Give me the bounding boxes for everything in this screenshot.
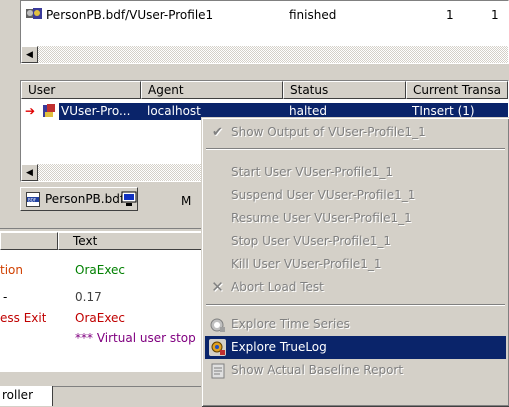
profile-row[interactable]: PersonPB.bdf/VUser-Profile1 finished 1 1 [21,5,508,25]
truelog-icon [209,339,226,356]
menu-item-resume-user[interactable]: Resume User VUser-Profile1_1 [205,207,506,230]
menu-item-suspend-user[interactable]: Suspend User VUser-Profile1_1 [205,184,506,207]
profile-count-2: 1 [491,8,499,22]
profile-name: PersonPB.bdf/VUser-Profile1 [46,8,214,22]
monitor-icon [121,191,137,207]
profile-icon [25,6,43,22]
log-row-3-text: OraExec [75,311,126,325]
log-row-3-left: ess Exit [0,311,47,325]
top-horizontal-scrollbar[interactable]: ◀ [21,46,508,63]
menu-item-show-output[interactable]: ✔ Show Output of VUser-Profile1_1 [205,121,506,144]
log-row-1-left: tion [0,263,23,277]
column-header-user[interactable]: User [21,81,141,99]
menu-item-explore-time-series[interactable]: Explore Time Series [205,313,506,336]
tab-monitor-label[interactable]: M [181,193,191,209]
user-agent: localhost [147,104,201,118]
x-icon: ✕ [211,278,224,296]
menu-item-label: Explore TrueLog [231,340,327,354]
menu-item-show-baseline-report[interactable]: Show Actual Baseline Report [205,359,506,382]
column-header-status[interactable]: Status [283,81,406,99]
time-series-icon [209,316,226,333]
bdf-file-icon: BDF [26,192,40,207]
scroll-left-button[interactable]: ◀ [21,46,38,63]
menu-item-label: Explore Time Series [231,317,350,331]
log-row-1-text: OraExec [75,263,126,277]
menu-item-abort-load-test[interactable]: ✕ Abort Load Test [205,276,506,299]
tab-controller-label: roller [2,388,33,402]
menu-item-explore-truelog[interactable]: Explore TrueLog [205,336,506,359]
menu-item-label: Kill User VUser-Profile1_1 [231,257,382,271]
menu-item-label: Show Actual Baseline Report [231,363,404,377]
user-table-header: User Agent Status Current Transa [21,81,508,99]
tab-personpb-label: PersonPB.bdf [45,192,125,206]
context-menu: ✔ Show Output of VUser-Profile1_1 Start … [201,117,509,406]
column-header-current-transaction[interactable]: Current Transa [406,81,508,99]
menu-item-label: Stop User VUser-Profile1_1 [231,234,391,248]
report-icon [209,362,226,379]
log-row-2-text: 0.17 [75,290,102,304]
top-list-panel: PersonPB.bdf/VUser-Profile1 finished 1 1… [20,0,509,64]
arrow-icon: ➔ [25,104,36,118]
profile-count-1: 1 [446,8,454,22]
check-icon: ✔ [212,125,223,140]
menu-item-label: Resume User VUser-Profile1_1 [231,211,412,225]
log-left-header[interactable] [0,232,58,250]
tab-controller[interactable]: roller [0,386,53,406]
vuser-icon [41,103,57,119]
user-name: VUser-Pro... [61,104,131,118]
menu-item-label: Show Output of VUser-Profile1_1 [231,125,426,139]
log-row-2-left: - [3,290,8,304]
menu-item-start-user[interactable]: Start User VUser-Profile1_1 [205,161,506,184]
menu-item-label: Abort Load Test [231,280,324,294]
menu-separator [206,148,505,150]
scroll-left-button[interactable]: ◀ [21,164,38,181]
menu-item-stop-user[interactable]: Stop User VUser-Profile1_1 [205,230,506,253]
menu-item-label: Suspend User VUser-Profile1_1 [231,188,416,202]
log-row-4-text: *** Virtual user stop [75,331,196,345]
menu-item-label: Start User VUser-Profile1_1 [231,165,393,179]
svg-text:BDF: BDF [28,198,37,203]
tab-personpb[interactable]: BDF PersonPB.bdf [20,187,138,211]
column-header-agent[interactable]: Agent [141,81,283,99]
menu-item-kill-user[interactable]: Kill User VUser-Profile1_1 [205,253,506,276]
menu-separator [206,304,505,306]
profile-status: finished [289,8,337,22]
